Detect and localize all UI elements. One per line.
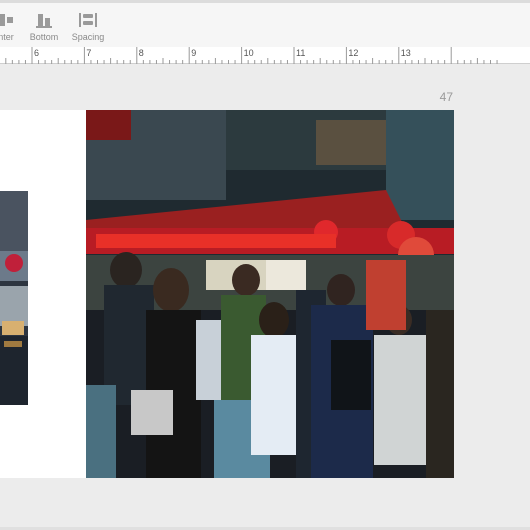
align-center-button[interactable]: nter xyxy=(0,11,18,42)
ruler-scale: 6 7 8 9 10 11 12 13 xyxy=(5,47,498,64)
ruler-tick-label: 10 xyxy=(244,48,254,58)
spacing-button[interactable]: Spacing xyxy=(70,11,106,42)
align-center-icon xyxy=(0,11,18,29)
ruler-tick-label: 13 xyxy=(401,48,411,58)
align-bottom-icon xyxy=(27,11,61,29)
ruler-tick-label: 12 xyxy=(348,48,358,58)
left-photo[interactable] xyxy=(0,191,28,405)
horizontal-ruler[interactable]: 6 7 8 9 10 11 12 13 xyxy=(0,47,530,64)
ruler-tick-label: 9 xyxy=(191,48,196,58)
toolbar: nter Bottom Spacing xyxy=(0,0,530,47)
night-market-photo[interactable] xyxy=(86,110,454,478)
align-center-label: nter xyxy=(0,32,14,42)
page-number: 47 xyxy=(439,90,453,104)
ruler-tick-label: 11 xyxy=(296,48,305,58)
align-bottom-button[interactable]: Bottom xyxy=(27,11,61,42)
ruler-tick-label: 7 xyxy=(86,48,91,58)
spacing-icon xyxy=(70,11,106,29)
ruler-tick-label: 8 xyxy=(139,48,144,58)
ruler-tick-label: 6 xyxy=(34,48,39,58)
align-bottom-label: Bottom xyxy=(29,32,59,42)
spacing-label: Spacing xyxy=(71,32,105,42)
